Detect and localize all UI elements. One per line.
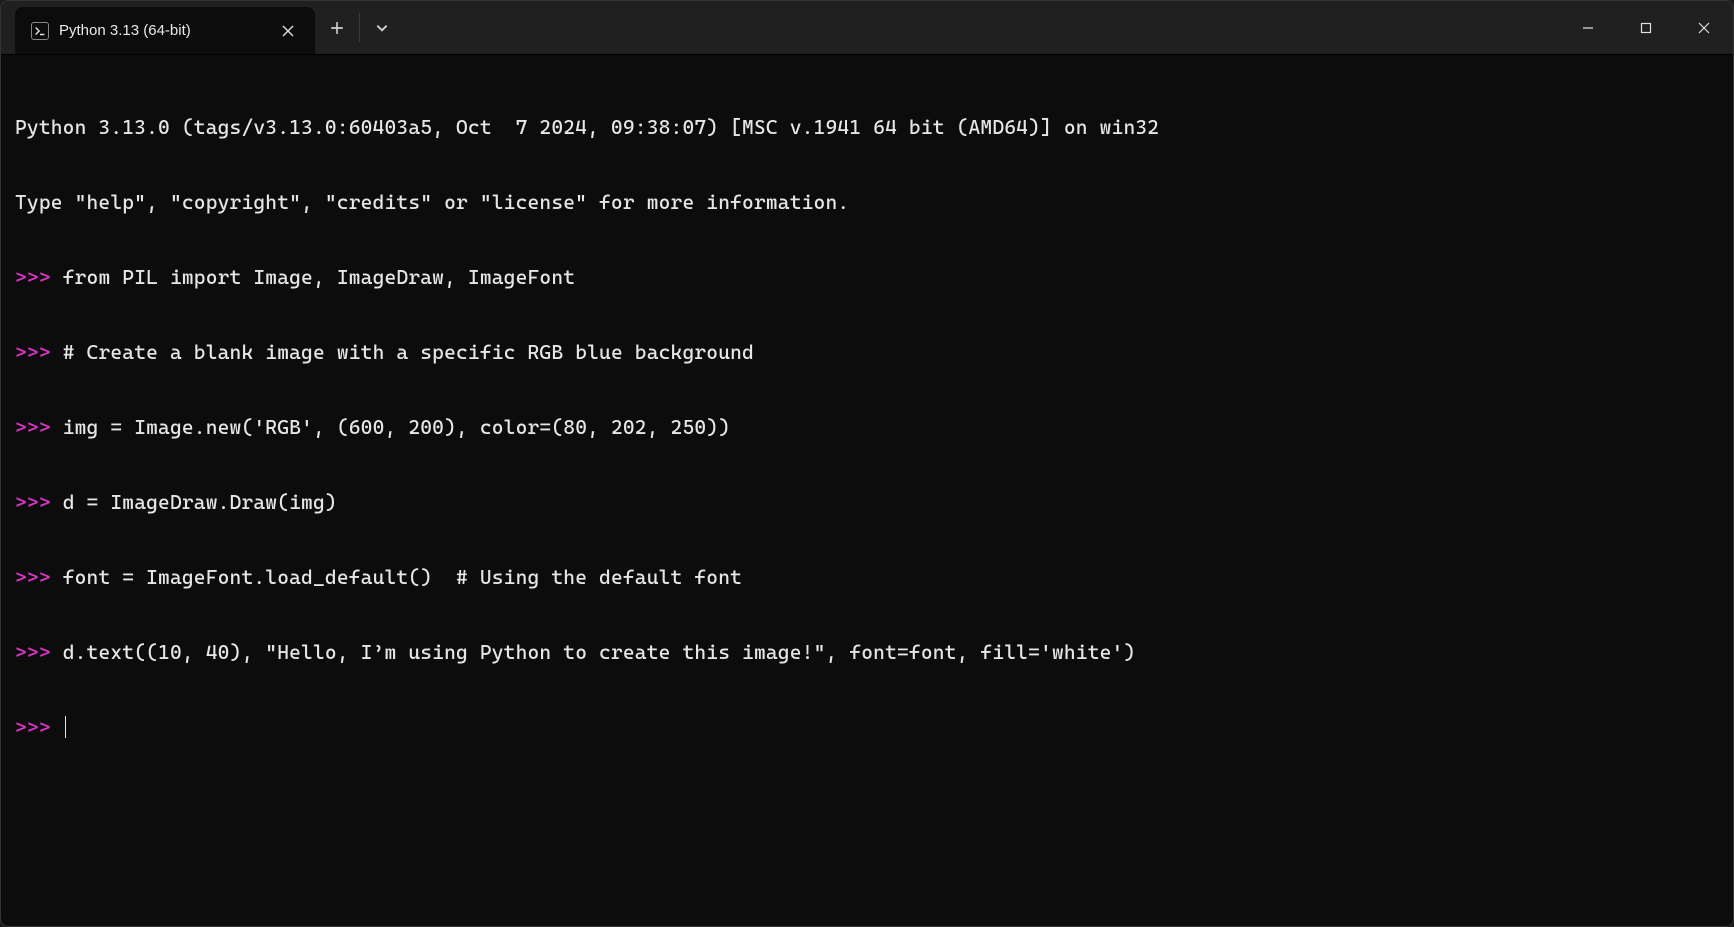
repl-line: >>> d.text((10, 40), "Hello, I’m using P…: [15, 640, 1719, 665]
close-window-button[interactable]: [1675, 1, 1733, 55]
repl-line: >>> font = ImageFont.load_default() # Us…: [15, 565, 1719, 590]
new-tab-button[interactable]: [315, 1, 359, 54]
code-text: from PIL import Image, ImageDraw, ImageF…: [63, 265, 576, 289]
prompt: >>>: [15, 340, 63, 364]
prompt: >>>: [15, 565, 63, 589]
tab-close-button[interactable]: [275, 18, 301, 44]
terminal-icon: [31, 22, 49, 40]
cursor: [65, 716, 66, 738]
banner-line: Python 3.13.0 (tags/v3.13.0:60403a5, Oct…: [15, 115, 1719, 140]
tab-dropdown-button[interactable]: [360, 1, 404, 54]
code-text: img = Image.new('RGB', (600, 200), color…: [63, 415, 730, 439]
tab-title: Python 3.13 (64-bit): [59, 22, 265, 39]
code-text: # Create a blank image with a specific R…: [63, 340, 754, 364]
prompt: >>>: [15, 490, 63, 514]
repl-line: >>> img = Image.new('RGB', (600, 200), c…: [15, 415, 1719, 440]
prompt: >>>: [15, 265, 63, 289]
minimize-button[interactable]: [1559, 1, 1617, 55]
titlebar-drag-region[interactable]: [404, 1, 1559, 54]
maximize-button[interactable]: [1617, 1, 1675, 55]
code-text: font = ImageFont.load_default() # Using …: [63, 565, 742, 589]
prompt: >>>: [15, 715, 63, 739]
titlebar: Python 3.13 (64-bit): [1, 1, 1733, 55]
banner-line: Type "help", "copyright", "credits" or "…: [15, 190, 1719, 215]
window-controls: [1559, 1, 1733, 54]
terminal-window: Python 3.13 (64-bit): [0, 0, 1734, 927]
prompt: >>>: [15, 640, 63, 664]
code-text: d = ImageDraw.Draw(img): [63, 490, 337, 514]
tab-python[interactable]: Python 3.13 (64-bit): [15, 7, 315, 54]
repl-line: >>> # Create a blank image with a specif…: [15, 340, 1719, 365]
prompt: >>>: [15, 415, 63, 439]
terminal-output[interactable]: Python 3.13.0 (tags/v3.13.0:60403a5, Oct…: [1, 55, 1733, 800]
repl-current-line[interactable]: >>>: [15, 715, 1719, 740]
code-text: d.text((10, 40), "Hello, I’m using Pytho…: [63, 640, 1136, 664]
repl-line: >>> d = ImageDraw.Draw(img): [15, 490, 1719, 515]
repl-line: >>> from PIL import Image, ImageDraw, Im…: [15, 265, 1719, 290]
